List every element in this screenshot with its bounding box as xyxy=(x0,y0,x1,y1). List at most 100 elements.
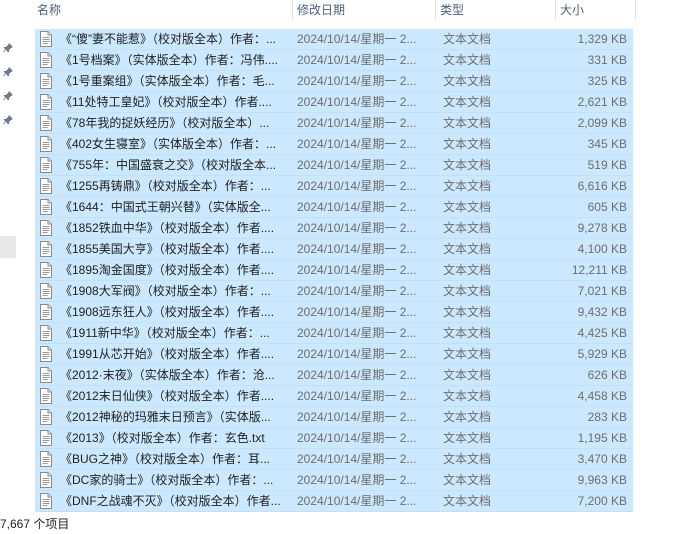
file-size: 6,616 KB xyxy=(577,179,627,193)
file-size: 12,211 KB xyxy=(571,263,627,277)
file-name: 《2013》（校对版全本）作者：玄色.txt xyxy=(60,431,265,445)
text-file-icon xyxy=(39,157,53,173)
text-file-icon xyxy=(39,283,53,299)
file-row[interactable]: 《78年我的捉妖经历》（校对版全本）... 2024/10/14/星期一 2...… xyxy=(35,113,633,134)
file-modified-date: 2024/10/14/星期一 2... xyxy=(297,200,417,214)
pin-icon[interactable] xyxy=(2,90,14,102)
pin-icon[interactable] xyxy=(2,66,14,78)
file-size: 283 KB xyxy=(587,410,627,424)
file-size: 2,099 KB xyxy=(577,116,627,130)
file-row[interactable]: 《402女生寝室》（实体版全本）作者：... 2024/10/14/星期一 2..… xyxy=(35,134,633,155)
text-file-icon xyxy=(39,262,53,278)
file-name: 《BUG之神》（校对版全本）作者：耳... xyxy=(60,452,271,466)
file-size: 345 KB xyxy=(587,137,627,151)
text-file-icon xyxy=(39,451,53,467)
file-row[interactable]: 《1908远东狂人》（校对版全本）作者.... 2024/10/14/星期一 2.… xyxy=(35,302,633,323)
file-name: 《1908远东狂人》（校对版全本）作者.... xyxy=(60,305,275,319)
file-name: 《2012·末夜》（实体版全本）作者：沧... xyxy=(60,368,275,382)
column-header-size[interactable]: 大小 xyxy=(556,0,636,22)
column-header-date[interactable]: 修改日期 xyxy=(293,0,436,22)
file-row[interactable]: 《755年：中国盛衰之交》（校对版全本... 2024/10/14/星期一 2..… xyxy=(35,155,633,176)
item-count: 7,667 个项目 xyxy=(0,517,70,531)
text-file-icon xyxy=(39,115,53,131)
file-modified-date: 2024/10/14/星期一 2... xyxy=(297,53,417,67)
file-modified-date: 2024/10/14/星期一 2... xyxy=(297,326,417,340)
file-row[interactable]: 《BUG之神》（校对版全本）作者：耳... 2024/10/14/星期一 2...… xyxy=(35,449,633,470)
file-size: 1,329 KB xyxy=(577,32,627,46)
file-row[interactable]: 《1号档案》（实体版全本）作者：冯伟.... 2024/10/14/星期一 2..… xyxy=(35,50,633,71)
file-name: 《2012末日仙侠》（校对版全本）作者.... xyxy=(60,389,275,403)
file-modified-date: 2024/10/14/星期一 2... xyxy=(297,410,417,424)
file-size: 2,621 KB xyxy=(577,95,627,109)
file-name: 《2012神秘的玛雅末日预言》（实体版... xyxy=(60,410,271,424)
file-modified-date: 2024/10/14/星期一 2... xyxy=(297,116,417,130)
file-modified-date: 2024/10/14/星期一 2... xyxy=(297,284,417,298)
file-size: 4,425 KB xyxy=(577,326,627,340)
file-size: 9,278 KB xyxy=(577,221,627,235)
file-row[interactable]: 《1991从芯开始》（校对版全本）作者.... 2024/10/14/星期一 2.… xyxy=(35,344,633,365)
text-file-icon xyxy=(39,241,53,257)
file-size: 325 KB xyxy=(587,74,627,88)
column-header-name[interactable]: 名称 xyxy=(33,0,293,22)
file-row[interactable]: 《11处特工皇妃》（校对版全本）作者.... 2024/10/14/星期一 2..… xyxy=(35,92,633,113)
file-size: 9,963 KB xyxy=(577,473,627,487)
file-modified-date: 2024/10/14/星期一 2... xyxy=(297,368,417,382)
file-modified-date: 2024/10/14/星期一 2... xyxy=(297,242,417,256)
file-name: 《11处特工皇妃》（校对版全本）作者.... xyxy=(60,95,272,109)
file-size: 4,458 KB xyxy=(577,389,627,403)
text-file-icon xyxy=(39,430,53,446)
file-list: 《“傻”妻不能惹》（校对版全本）作者：... 2024/10/14/星期一 2..… xyxy=(35,29,633,512)
text-file-icon xyxy=(39,409,53,425)
file-modified-date: 2024/10/14/星期一 2... xyxy=(297,95,417,109)
text-file-icon xyxy=(39,367,53,383)
file-size: 7,200 KB xyxy=(577,494,627,508)
column-header-bar: 名称 修改日期 类型 大小 xyxy=(0,0,689,22)
file-modified-date: 2024/10/14/星期一 2... xyxy=(297,389,417,403)
file-row[interactable]: 《2012神秘的玛雅末日预言》（实体版... 2024/10/14/星期一 2..… xyxy=(35,407,633,428)
file-size: 5,929 KB xyxy=(577,347,627,361)
file-name: 《DNF之战魂不灭》（校对版全本）作者... xyxy=(60,494,281,508)
file-row[interactable]: 《1255再铸鼎》（校对版全本）作者：... 2024/10/14/星期一 2..… xyxy=(35,176,633,197)
file-modified-date: 2024/10/14/星期一 2... xyxy=(297,347,417,361)
text-file-icon xyxy=(39,304,53,320)
file-modified-date: 2024/10/14/星期一 2... xyxy=(297,431,417,445)
file-modified-date: 2024/10/14/星期一 2... xyxy=(297,494,417,508)
file-row[interactable]: 《1908大军阀》（校对版全本）作者：... 2024/10/14/星期一 2..… xyxy=(35,281,633,302)
text-file-icon xyxy=(39,31,53,47)
file-name: 《1852铁血中华》（校对版全本）作者.... xyxy=(60,221,275,235)
file-row[interactable]: 《1852铁血中华》（校对版全本）作者.... 2024/10/14/星期一 2.… xyxy=(35,218,633,239)
pin-icon[interactable] xyxy=(2,42,14,54)
file-name: 《1644：中国式王朝兴替》（实体版全... xyxy=(60,200,271,214)
file-name: 《1911新中华》（校对版全本）作者：... xyxy=(60,326,270,340)
file-modified-date: 2024/10/14/星期一 2... xyxy=(297,452,417,466)
file-row[interactable]: 《1855美国大亨》（校对版全本）作者.... 2024/10/14/星期一 2.… xyxy=(35,239,633,260)
file-name: 《1908大军阀》（校对版全本）作者：... xyxy=(60,284,271,298)
file-row[interactable]: 《2012末日仙侠》（校对版全本）作者.... 2024/10/14/星期一 2.… xyxy=(35,386,633,407)
file-row[interactable]: 《“傻”妻不能惹》（校对版全本）作者：... 2024/10/14/星期一 2..… xyxy=(35,29,633,50)
text-file-icon xyxy=(39,136,53,152)
file-row[interactable]: 《1895淘金国度》（校对版全本）作者.... 2024/10/14/星期一 2.… xyxy=(35,260,633,281)
pin-icon[interactable] xyxy=(2,114,14,126)
file-size: 331 KB xyxy=(587,53,627,67)
text-file-icon xyxy=(39,73,53,89)
file-name: 《78年我的捉妖经历》（校对版全本）... xyxy=(60,116,270,130)
text-file-icon xyxy=(39,52,53,68)
file-row[interactable]: 《DC家的骑士》（校对版全本）作者：... 2024/10/14/星期一 2...… xyxy=(35,470,633,491)
file-size: 605 KB xyxy=(587,200,627,214)
file-size: 626 KB xyxy=(587,368,627,382)
file-row[interactable]: 《1911新中华》（校对版全本）作者：... 2024/10/14/星期一 2..… xyxy=(35,323,633,344)
file-name: 《755年：中国盛衰之交》（校对版全本... xyxy=(60,158,277,172)
column-header-type[interactable]: 类型 xyxy=(436,0,556,22)
file-row[interactable]: 《DNF之战魂不灭》（校对版全本）作者... 2024/10/14/星期一 2..… xyxy=(35,491,633,512)
file-modified-date: 2024/10/14/星期一 2... xyxy=(297,137,417,151)
file-size: 1,195 KB xyxy=(577,431,627,445)
file-row[interactable]: 《2012·末夜》（实体版全本）作者：沧... 2024/10/14/星期一 2.… xyxy=(35,365,633,386)
file-row[interactable]: 《1号重案组》（实体版全本）作者：毛... 2024/10/14/星期一 2...… xyxy=(35,71,633,92)
file-row[interactable]: 《1644：中国式王朝兴替》（实体版全... 2024/10/14/星期一 2..… xyxy=(35,197,633,218)
file-row[interactable]: 《2013》（校对版全本）作者：玄色.txt 2024/10/14/星期一 2..… xyxy=(35,428,633,449)
file-size: 3,470 KB xyxy=(577,452,627,466)
text-file-icon xyxy=(39,346,53,362)
text-file-icon xyxy=(39,94,53,110)
file-size: 7,021 KB xyxy=(577,284,627,298)
status-bar: 7,667 个项目 xyxy=(0,516,69,532)
